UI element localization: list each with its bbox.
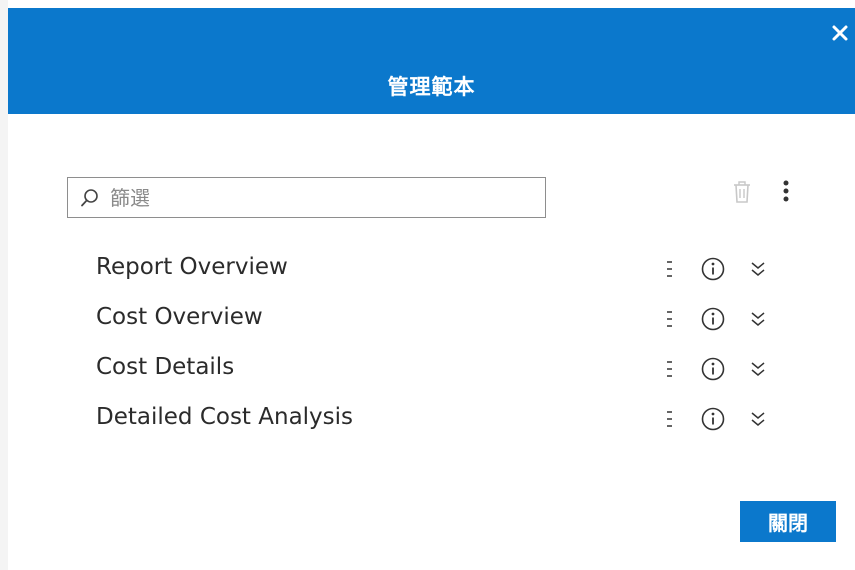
dialog-title: 管理範本 xyxy=(387,75,476,99)
chevron-double-down-icon xyxy=(751,412,765,426)
template-name: Report Overview xyxy=(96,254,288,280)
delete-button[interactable] xyxy=(731,179,753,205)
template-list: Report Overview Cost Overview Cost Detai… xyxy=(0,244,855,444)
info-button[interactable] xyxy=(700,256,726,282)
more-vertical-icon xyxy=(783,180,789,202)
close-icon xyxy=(832,25,848,41)
close-dialog-button[interactable]: 關閉 xyxy=(740,501,836,542)
info-icon xyxy=(701,257,725,281)
info-icon xyxy=(701,307,725,331)
template-name: Cost Overview xyxy=(96,304,263,330)
trash-icon xyxy=(734,181,750,203)
more-options-button[interactable] xyxy=(776,178,796,206)
drag-handle[interactable] xyxy=(662,406,678,432)
info-icon xyxy=(701,357,725,381)
manage-templates-dialog: 管理範本 Report Overview xyxy=(0,0,855,570)
close-button[interactable] xyxy=(829,22,851,44)
expand-button[interactable] xyxy=(748,256,768,282)
chevron-double-down-icon xyxy=(751,312,765,326)
template-row[interactable]: Cost Details xyxy=(0,344,855,394)
drag-handle[interactable] xyxy=(662,256,678,282)
info-icon xyxy=(701,407,725,431)
chevron-double-down-icon xyxy=(751,262,765,276)
drag-handle-icon xyxy=(667,311,672,327)
filter-input[interactable] xyxy=(108,182,532,214)
expand-button[interactable] xyxy=(748,356,768,382)
template-row[interactable]: Cost Overview xyxy=(0,294,855,344)
filter-field[interactable] xyxy=(67,177,546,218)
template-name: Detailed Cost Analysis xyxy=(96,404,354,430)
drag-handle[interactable] xyxy=(662,356,678,382)
template-name: Cost Details xyxy=(96,354,235,380)
expand-button[interactable] xyxy=(748,306,768,332)
expand-button[interactable] xyxy=(748,406,768,432)
info-button[interactable] xyxy=(700,406,726,432)
dialog-header: 管理範本 xyxy=(8,8,855,114)
drag-handle-icon xyxy=(667,361,672,377)
drag-handle[interactable] xyxy=(662,306,678,332)
drag-handle-icon xyxy=(667,261,672,277)
search-icon xyxy=(81,189,98,207)
info-button[interactable] xyxy=(700,306,726,332)
template-row[interactable]: Report Overview xyxy=(0,244,855,294)
info-button[interactable] xyxy=(700,356,726,382)
chevron-double-down-icon xyxy=(751,362,765,376)
drag-handle-icon xyxy=(667,411,672,427)
template-row[interactable]: Detailed Cost Analysis xyxy=(0,394,855,444)
